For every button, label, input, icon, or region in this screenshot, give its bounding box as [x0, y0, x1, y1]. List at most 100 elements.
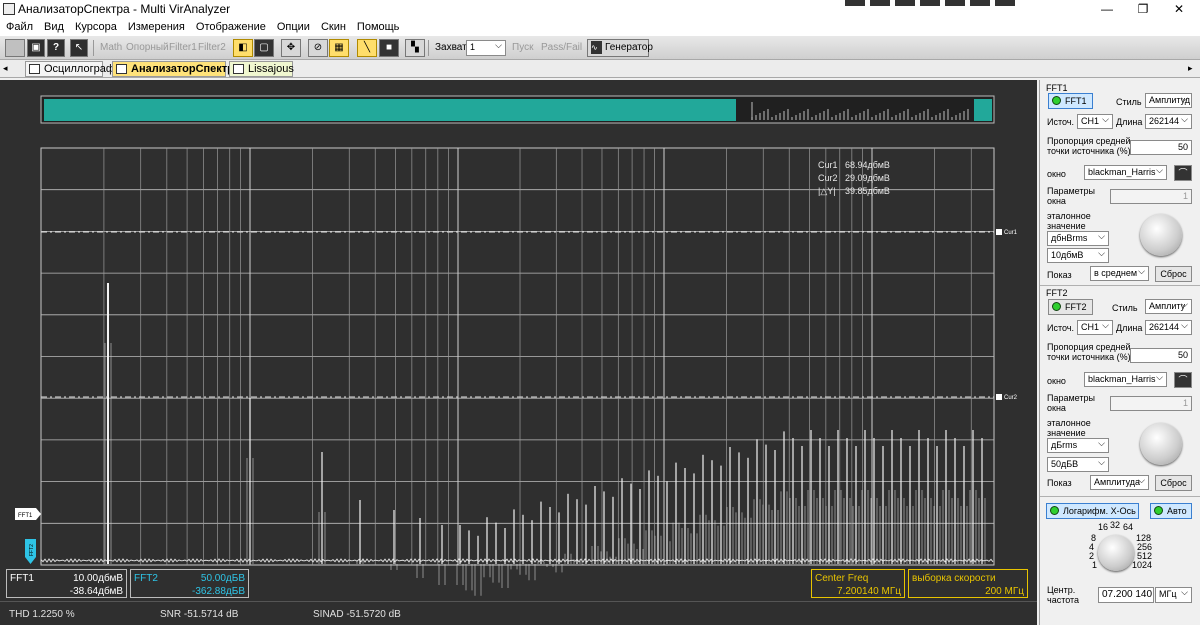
reference-button[interactable]: Опорный: [126, 42, 169, 53]
cursor2-handle[interactable]: [996, 394, 1002, 400]
toolbar: ▣ ? ↖ Math Опорный Filter1 Filter2 ◧ ▢ ✥…: [0, 36, 1200, 60]
toolbar-separator: [93, 40, 94, 56]
dial-label-32: 32: [1110, 520, 1121, 530]
fft1-ref-value-select[interactable]: 10дбмВ: [1047, 247, 1109, 263]
fft2-params-input[interactable]: 1: [1110, 396, 1192, 411]
x-axis-group: Логарифм. Х-Ось Авто 16 32 64 128 256 51…: [1040, 497, 1200, 625]
cur1-value: 68.94дбмВ: [845, 160, 890, 170]
log-x-axis-button[interactable]: Логарифм. Х-Ось: [1046, 503, 1139, 519]
log-x-led-icon: [1050, 506, 1059, 515]
capture-select[interactable]: 1: [466, 39, 506, 56]
fft1-scale-box[interactable]: FFT1 10.00дбмВ -38.64дбмВ: [6, 569, 127, 598]
menu-view[interactable]: Вид: [44, 21, 64, 33]
filter2-button[interactable]: Filter2: [198, 42, 226, 53]
menu-options[interactable]: Опции: [277, 21, 310, 33]
tab-oscilloscope[interactable]: Осциллограф: [25, 61, 115, 77]
generator-button[interactable]: ∿ Генератор: [587, 39, 653, 57]
save-icon[interactable]: ▣: [27, 39, 45, 57]
dy-value: 39.85дбмВ: [845, 186, 890, 196]
menu-cursors[interactable]: Курсора: [75, 21, 117, 33]
fft2-reset-button[interactable]: Сброс: [1155, 475, 1192, 491]
fft1-params-label1: Параметры: [1047, 186, 1095, 196]
fft1-length-select[interactable]: 262144: [1145, 113, 1192, 129]
fft2-ratio-input[interactable]: 50: [1130, 348, 1192, 363]
fft2-style-select[interactable]: Амплиту: [1145, 298, 1192, 314]
fft1-ref-unit-select[interactable]: дбнВrms: [1047, 230, 1109, 246]
filter1-button[interactable]: Filter1: [169, 42, 197, 53]
overview-selection[interactable]: [974, 99, 992, 121]
line-tool-icon[interactable]: ╲: [357, 39, 377, 57]
fft1-window-select[interactable]: blackman_Harris: [1084, 164, 1167, 180]
stop-icon[interactable]: ■: [379, 39, 399, 57]
fft2-ref-label1: эталонное: [1047, 418, 1091, 428]
fft2-scale-box[interactable]: FFT2 50.00дБВ -362.88дБВ: [130, 569, 249, 598]
fft1-source-select[interactable]: CH1: [1077, 113, 1113, 129]
x-range-dial[interactable]: [1098, 535, 1134, 571]
dial-label-1: 1: [1092, 560, 1098, 570]
tab-scroll-left-icon[interactable]: ◂: [3, 63, 8, 74]
cursor1-handle[interactable]: [996, 229, 1002, 235]
fft1-length-label: Длина: [1116, 117, 1143, 127]
fft-settings-panel: FFT1 FFT1 Стиль Амплитуд Источ. CH1 Длин…: [1039, 80, 1200, 625]
start-button[interactable]: Пуск: [512, 42, 533, 53]
fft1-reference-knob[interactable]: [1140, 214, 1182, 256]
layout-split-icon[interactable]: ◧: [233, 39, 253, 57]
log-x-label: Логарифм. Х-Ось: [1063, 506, 1136, 516]
zoom-icon[interactable]: ✥: [281, 39, 301, 57]
new-icon[interactable]: [5, 39, 25, 57]
fft1-window-shape-icon[interactable]: ⌒: [1174, 165, 1192, 181]
center-freq-box[interactable]: Center Freq 7.200140 МГц: [811, 569, 905, 598]
menu-measurements[interactable]: Измерения: [128, 21, 185, 33]
math-button[interactable]: Math: [100, 42, 122, 53]
fft2-show-select[interactable]: Амплитуда: [1090, 474, 1149, 490]
overview-strip[interactable]: [40, 95, 995, 124]
oscilloscope-icon: [29, 64, 40, 74]
pass-fail-button[interactable]: Pass/Fail: [541, 42, 582, 53]
sinad-readout: SINAD -51.5720 dB: [313, 609, 401, 620]
fft1-window-label: окно: [1047, 169, 1066, 179]
tab-spectrum-analyzer[interactable]: АнализаторСпектра: [112, 61, 240, 77]
menu-skin[interactable]: Скин: [321, 21, 346, 33]
fft1-show-select[interactable]: в среднем: [1090, 265, 1149, 281]
fft2-scale-value: 50.00дБВ: [200, 573, 245, 584]
fft2-offset-value: -362.88дБВ: [192, 586, 245, 597]
fft2-window-shape-icon[interactable]: ⌒: [1174, 372, 1192, 388]
color-palette-icon[interactable]: ▚: [405, 39, 425, 57]
fft1-params-input[interactable]: 1: [1110, 189, 1192, 204]
fft2-length-select[interactable]: 262144: [1145, 319, 1192, 335]
fft1-group: FFT1 FFT1 Стиль Амплитуд Источ. CH1 Длин…: [1040, 80, 1200, 285]
tab-scroll-right-icon[interactable]: ▸: [1188, 63, 1193, 74]
menu-help[interactable]: Помощь: [357, 21, 400, 33]
center-freq-label: Center Freq: [815, 573, 869, 584]
fft2-source-select[interactable]: CH1: [1077, 319, 1113, 335]
menu-display[interactable]: Отображение: [196, 21, 266, 33]
sample-rate-box[interactable]: выборка скорости 200 МГц: [908, 569, 1028, 598]
fft2-length-label: Длина: [1116, 323, 1143, 333]
fft2-toggle-button[interactable]: FFT2: [1048, 299, 1093, 315]
fft1-toggle-button[interactable]: FFT1: [1048, 93, 1093, 109]
fft1-reset-button[interactable]: Сброс: [1155, 266, 1192, 282]
generator-icon: ∿: [591, 41, 602, 54]
pointer-icon[interactable]: ↖: [70, 39, 88, 57]
layout-full-icon[interactable]: ▢: [254, 39, 274, 57]
fft2-ref-value-select[interactable]: 50дБВ: [1047, 456, 1109, 472]
fft1-ratio-input[interactable]: 50: [1130, 140, 1192, 155]
grid-icon[interactable]: ▦: [329, 39, 349, 57]
menu-file[interactable]: Файл: [6, 21, 33, 33]
tab-lissajous[interactable]: Lissajous: [229, 61, 294, 77]
fft1-ratio-label1: Пропорция средней: [1047, 136, 1131, 146]
fft2-window-select[interactable]: blackman_Harris: [1084, 371, 1167, 387]
cur2-label: Cur2: [818, 173, 838, 183]
fft2-reference-knob[interactable]: [1140, 423, 1182, 465]
fft1-style-select[interactable]: Амплитуд: [1145, 92, 1192, 108]
auto-button[interactable]: Авто: [1150, 503, 1192, 519]
center-freq-input[interactable]: 07.200 140: [1098, 587, 1154, 603]
fft2-source-label: Источ.: [1047, 323, 1074, 333]
help-button[interactable]: ?: [47, 39, 65, 57]
close-button[interactable]: ✕: [1156, 0, 1200, 18]
fft2-ref-unit-select[interactable]: дБrms: [1047, 437, 1109, 453]
thd-readout: THD 1.2250 %: [9, 609, 75, 620]
center-freq-unit-select[interactable]: МГц: [1155, 586, 1192, 603]
ruler-icon[interactable]: ⊘: [308, 39, 328, 57]
spectrum-icon: [116, 64, 127, 74]
